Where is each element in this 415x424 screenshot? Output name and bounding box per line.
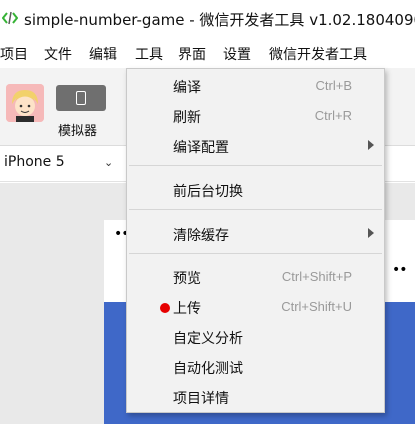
simulator-label: 模拟器 xyxy=(58,124,98,139)
tools-menu-dropdown: 编译 Ctrl+B 刷新 Ctrl+R 编译配置 前后台切换 清除缓存 预览 C… xyxy=(126,68,385,413)
menu-item-switch-foreground-background[interactable]: 前后台切换 xyxy=(127,175,384,205)
menu-item-label: 刷新 xyxy=(173,110,201,126)
submenu-arrow-icon xyxy=(368,228,374,238)
title-bar: simple-number-game - 微信开发者工具 v1.02.18040… xyxy=(0,0,415,38)
screen-dots-right: •• xyxy=(392,262,407,278)
menu-item-project-details[interactable]: 项目详情 xyxy=(127,382,384,412)
menu-item-label: 自定义分析 xyxy=(173,331,243,347)
avatar-icon xyxy=(6,84,44,122)
menu-item-upload[interactable]: 上传 Ctrl+Shift+U xyxy=(127,292,384,322)
menu-wechat-devtools[interactable]: 微信开发者工具 xyxy=(269,44,367,64)
user-avatar[interactable] xyxy=(6,84,44,122)
menu-settings[interactable]: 设置 xyxy=(223,44,251,64)
menu-item-custom-analysis[interactable]: 自定义分析 xyxy=(127,322,384,352)
menu-tools[interactable]: 工具 xyxy=(135,44,163,64)
menu-item-label: 项目详情 xyxy=(173,391,229,407)
menu-item-shortcut: Ctrl+R xyxy=(314,108,352,123)
menu-item-compile-config[interactable]: 编译配置 xyxy=(127,131,384,161)
menu-item-label: 清除缓存 xyxy=(173,228,229,244)
menu-edit[interactable]: 编辑 xyxy=(89,44,117,64)
menu-item-clear-cache[interactable]: 清除缓存 xyxy=(127,219,384,249)
menu-separator xyxy=(129,165,382,166)
menu-item-label: 预览 xyxy=(173,271,201,287)
red-dot-icon xyxy=(160,303,170,313)
menu-item-shortcut: Ctrl+Shift+P xyxy=(281,269,352,284)
simulator-button[interactable] xyxy=(56,85,106,111)
menu-item-label: 上传 xyxy=(173,301,201,317)
chevron-down-icon[interactable]: ⌄ xyxy=(104,156,113,169)
menu-separator xyxy=(129,209,382,210)
code-brackets-icon xyxy=(2,11,18,25)
menu-item-label: 自动化测试 xyxy=(173,361,243,377)
menu-item-shortcut: Ctrl+Shift+U xyxy=(281,299,352,314)
submenu-arrow-icon xyxy=(368,140,374,150)
menu-project[interactable]: 项目 xyxy=(0,44,28,64)
menu-separator xyxy=(129,253,382,254)
menu-item-compile[interactable]: 编译 Ctrl+B xyxy=(127,71,384,101)
menu-item-label: 前后台切换 xyxy=(173,184,243,200)
menu-bar: 项目 文件 编辑 工具 界面 设置 微信开发者工具 xyxy=(0,38,415,68)
window-title: simple-number-game - 微信开发者工具 v1.02.18040… xyxy=(24,11,415,29)
device-select[interactable]: iPhone 5 xyxy=(4,154,65,170)
menu-item-refresh[interactable]: 刷新 Ctrl+R xyxy=(127,101,384,131)
menu-item-preview[interactable]: 预览 Ctrl+Shift+P xyxy=(127,262,384,292)
menu-item-automated-testing[interactable]: 自动化测试 xyxy=(127,352,384,382)
menu-view[interactable]: 界面 xyxy=(178,44,206,64)
menu-file[interactable]: 文件 xyxy=(44,44,72,64)
menu-item-label: 编译 xyxy=(173,80,201,96)
menu-item-shortcut: Ctrl+B xyxy=(315,78,352,93)
menu-item-label: 编译配置 xyxy=(173,140,229,156)
phone-icon xyxy=(76,91,86,105)
